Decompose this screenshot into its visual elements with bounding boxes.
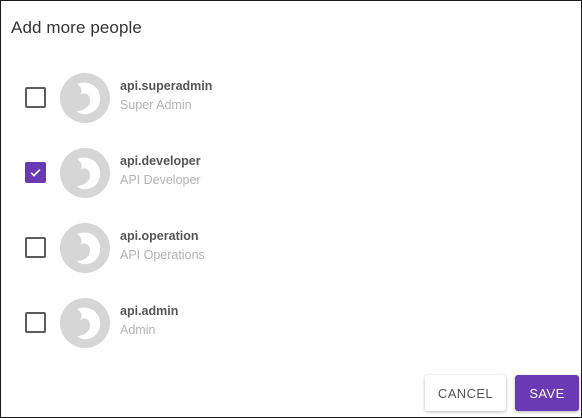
avatar bbox=[60, 73, 110, 123]
list-item-api-admin[interactable]: api.admin Admin bbox=[1, 286, 581, 361]
checkbox[interactable] bbox=[25, 162, 46, 183]
person-role: API Operations bbox=[120, 248, 205, 262]
list-item-api-superadmin[interactable]: api.superadmin Super Admin bbox=[1, 61, 581, 136]
add-people-dialog: Add more people api.superadmin Super Adm… bbox=[0, 0, 582, 418]
user-avatar-icon bbox=[77, 232, 101, 265]
person-role: Super Admin bbox=[120, 98, 192, 112]
person-name: api.operation bbox=[120, 229, 199, 243]
list-item-api-operation[interactable]: api.operation API Operations bbox=[1, 211, 581, 286]
save-button[interactable]: SAVE bbox=[515, 375, 579, 411]
person-name: api.admin bbox=[120, 304, 179, 318]
person-name: api.superadmin bbox=[120, 79, 213, 93]
user-avatar-icon bbox=[77, 307, 101, 340]
people-list: api.superadmin Super Admin api.developer… bbox=[1, 61, 581, 361]
user-avatar-icon bbox=[77, 157, 101, 190]
avatar bbox=[60, 298, 110, 348]
person-role: API Developer bbox=[120, 173, 201, 187]
person-role: Admin bbox=[120, 323, 156, 337]
person-name: api.developer bbox=[120, 154, 201, 168]
checkbox[interactable] bbox=[25, 87, 46, 108]
user-avatar-icon bbox=[77, 82, 101, 115]
avatar bbox=[60, 223, 110, 273]
cancel-button[interactable]: CANCEL bbox=[425, 375, 506, 411]
checkbox[interactable] bbox=[25, 237, 46, 258]
list-item-api-developer[interactable]: api.developer API Developer bbox=[1, 136, 581, 211]
avatar bbox=[60, 148, 110, 198]
checkbox[interactable] bbox=[25, 312, 46, 333]
dialog-title: Add more people bbox=[11, 18, 142, 37]
check-icon bbox=[30, 169, 41, 177]
